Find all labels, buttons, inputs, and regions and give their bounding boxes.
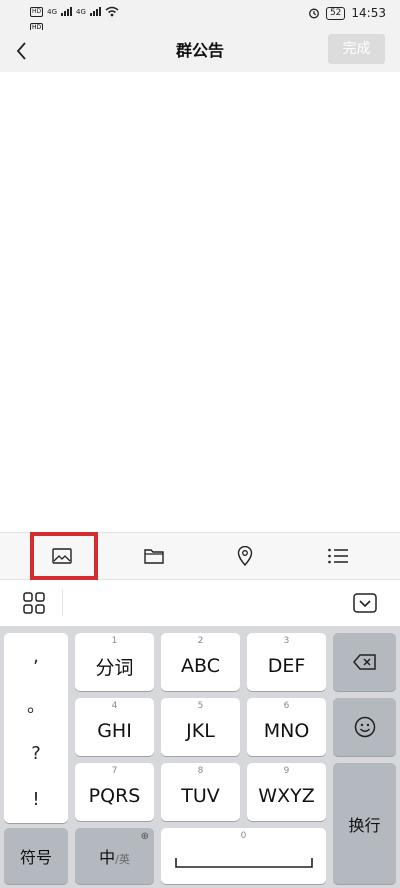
smiley-icon xyxy=(354,716,375,738)
key-1-label: 分词 xyxy=(95,656,134,679)
key-3-label: DEF xyxy=(267,655,306,677)
candidate-divider xyxy=(62,590,63,616)
key-6[interactable]: 6 MNO xyxy=(247,698,326,756)
punct-comma[interactable]: , xyxy=(33,646,39,667)
punctuation-column[interactable]: , 。 ? ! xyxy=(4,633,68,823)
key-4-label: GHI xyxy=(97,720,132,742)
signal-icon-1 xyxy=(61,7,73,16)
hide-keyboard-icon[interactable] xyxy=(353,593,377,613)
signal-icon-2 xyxy=(89,7,101,16)
image-button-highlight xyxy=(30,532,98,580)
folder-icon xyxy=(144,549,164,564)
enter-key[interactable]: 换行 xyxy=(333,763,396,884)
punct-period[interactable]: 。 xyxy=(27,692,45,718)
language-toggle-key[interactable]: ⊕ 中/英 xyxy=(75,828,154,884)
key-2[interactable]: 2 ABC xyxy=(161,633,240,691)
key-7-label: PQRS xyxy=(88,785,141,807)
key-8[interactable]: 8 TUV xyxy=(161,763,240,821)
space-key[interactable]: 0 xyxy=(161,828,326,884)
clock: 14:53 xyxy=(351,6,386,20)
enter-label: 换行 xyxy=(348,815,381,835)
alarm-icon xyxy=(309,8,319,19)
lang-alt: /英 xyxy=(115,853,130,866)
list-icon xyxy=(328,548,348,564)
key-9-label: WXYZ xyxy=(258,785,315,807)
key-8-label: TUV xyxy=(181,785,220,807)
key-6-label: MNO xyxy=(263,720,310,742)
key-5[interactable]: 5 JKL xyxy=(161,698,240,756)
punct-question[interactable]: ? xyxy=(31,743,41,764)
network-1: 4G xyxy=(47,7,58,16)
key-3[interactable]: 3 DEF xyxy=(247,633,326,691)
key-9[interactable]: 9 WXYZ xyxy=(247,763,326,821)
wifi-icon xyxy=(105,6,119,17)
battery-indicator: 52 xyxy=(325,6,346,20)
status-right: 52 14:53 xyxy=(308,6,386,20)
insert-file-button[interactable] xyxy=(124,532,184,580)
punct-exclaim[interactable]: ! xyxy=(32,789,39,810)
lang-main: 中 xyxy=(99,848,116,867)
done-button[interactable]: 完成 xyxy=(328,34,385,64)
backspace-key[interactable] xyxy=(333,633,396,691)
grid-menu-icon[interactable] xyxy=(23,592,45,614)
announcement-editor[interactable] xyxy=(0,72,400,532)
network-2: 4G xyxy=(76,7,86,16)
key-1[interactable]: 1 分词 xyxy=(75,633,154,691)
globe-icon: ⊕ xyxy=(140,831,149,842)
location-pin-icon xyxy=(237,546,253,566)
symbol-label: 符号 xyxy=(19,848,52,867)
ime-candidate-bar xyxy=(0,580,400,626)
key-5-label: JKL xyxy=(186,720,215,742)
key-2-label: ABC xyxy=(181,655,220,677)
insert-list-button[interactable] xyxy=(308,532,368,580)
emoji-key[interactable] xyxy=(333,698,396,756)
insert-location-button[interactable] xyxy=(215,532,275,580)
key-4[interactable]: 4 GHI xyxy=(75,698,154,756)
key-7[interactable]: 7 PQRS xyxy=(75,763,154,821)
status-left: HD 4G 4G xyxy=(30,6,119,17)
symbol-key[interactable]: 符号 xyxy=(4,828,68,884)
space-icon xyxy=(174,858,313,868)
backspace-icon xyxy=(352,654,376,670)
